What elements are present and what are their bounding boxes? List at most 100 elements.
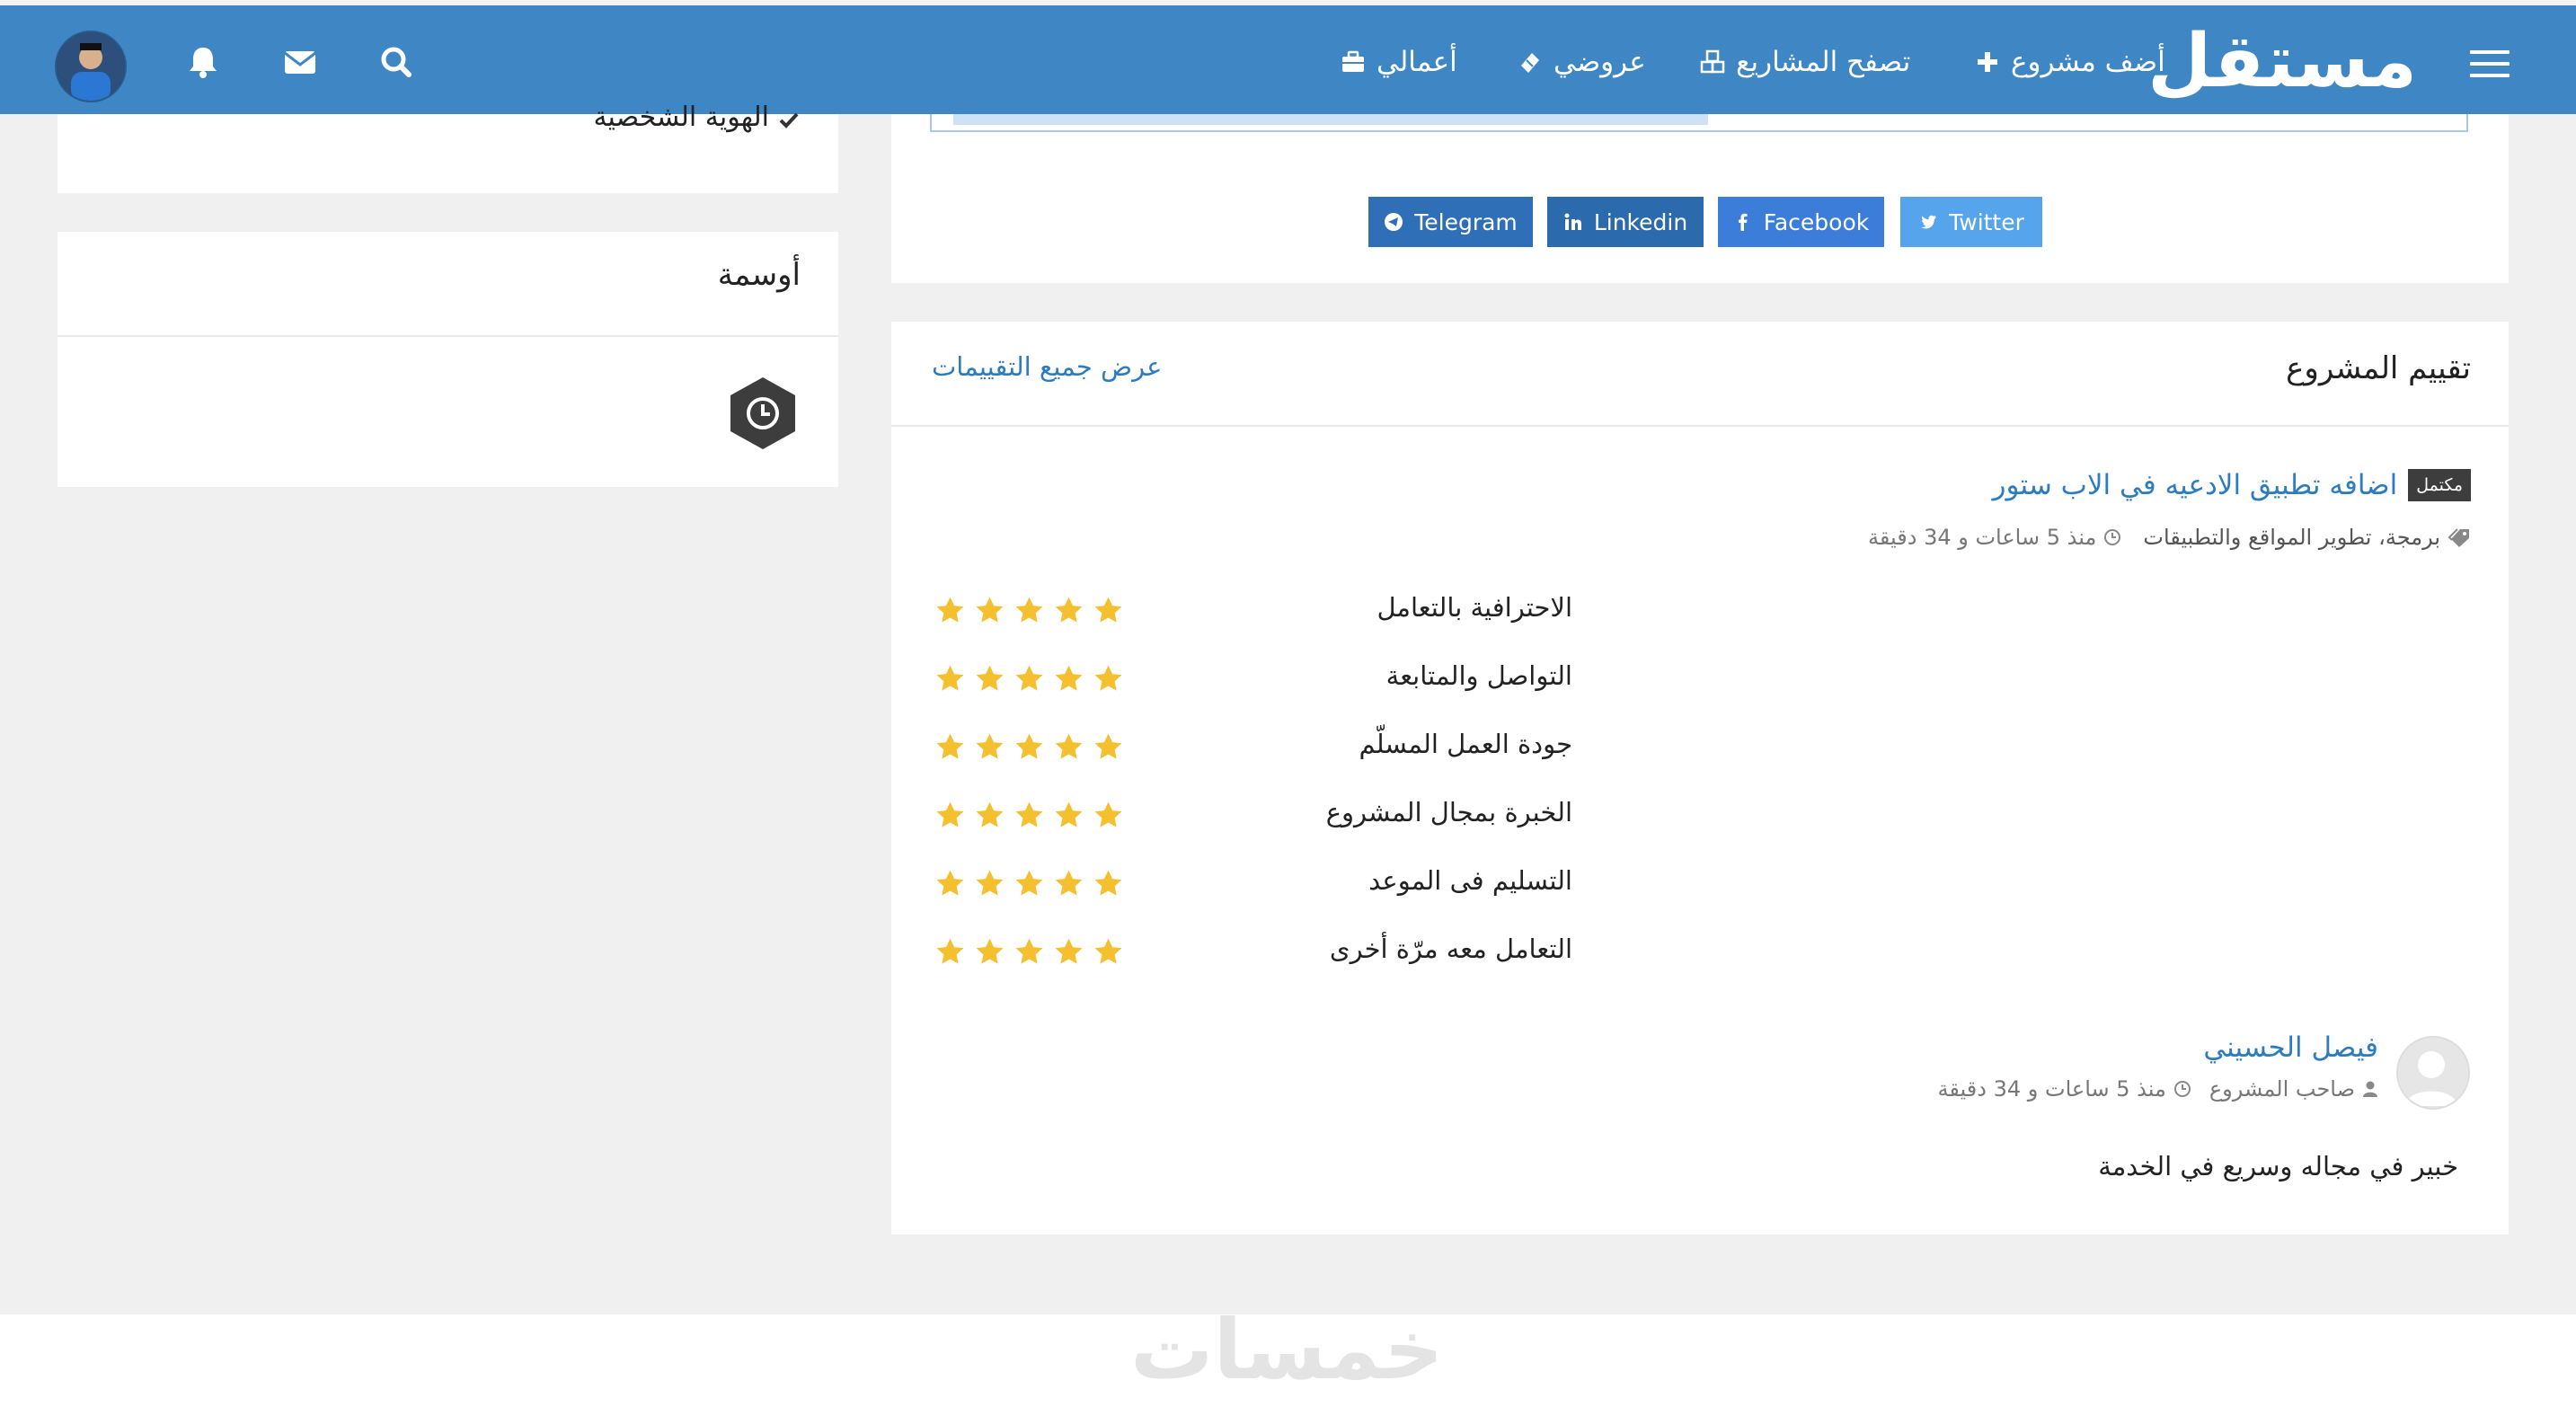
criterion-label: التواصل والمتابعة [1385,660,1572,691]
verified-item: الهوية الشخصية [593,102,800,137]
star-icon [1094,597,1122,623]
star-icon [1015,597,1043,623]
star-icon [1094,733,1122,759]
star-icon [1094,801,1122,827]
star-icon [936,733,964,759]
badges-card: أوسمة [58,232,838,487]
nav-my-works[interactable]: أعمالي [1341,40,1457,84]
star-icon [1055,733,1083,759]
star-rating [934,800,1124,831]
star-icon [976,665,1004,691]
criterion-label: التسليم فى الموعد [1368,865,1572,896]
star-icon [1055,597,1083,623]
facebook-share-button[interactable]: Facebook [1718,197,1884,247]
linkedin-share-button[interactable]: Linkedin [1547,197,1704,247]
review-section-title: تقييم المشروع [2286,350,2471,386]
verified-item-label: الهوية الشخصية [593,101,769,133]
divider [58,335,838,337]
star-icon [1015,801,1043,827]
star-rating [934,936,1124,968]
clock-icon [2104,529,2121,545]
nav-browse-projects-label: تصفح المشاريع [1736,46,1911,78]
nav-my-bids[interactable]: عروضي [1518,40,1646,84]
star-icon [1055,870,1083,896]
nav-my-bids-label: عروضي [1554,46,1646,78]
star-rating [934,663,1124,695]
star-icon [1015,938,1043,964]
top-navbar: مستقل أضف مشروع تصفح المشاريع عروضي أعما… [0,5,2576,114]
star-icon [936,597,964,623]
facebook-icon [1738,213,1748,231]
progress-frame [930,114,2468,132]
verification-card: الهوية الشخصية [58,102,838,193]
tags-icon [2448,528,2469,547]
site-logo[interactable]: مستقل [2147,22,2419,102]
star-icon [976,870,1004,896]
star-rating [934,595,1124,626]
star-icon [936,870,964,896]
nav-add-project-label: أضف مشروع [2011,46,2165,78]
plus-icon [1978,52,1997,72]
twitter-label: Twitter [1949,208,2024,235]
bell-icon[interactable] [182,41,224,83]
status-badge: مكتمل [2408,469,2471,501]
ticket-icon [1521,53,1539,73]
criterion-label: الاحترافية بالتعامل [1377,592,1572,623]
star-icon [936,801,964,827]
nav-add-project[interactable]: أضف مشروع [1975,40,2165,84]
star-icon [1015,733,1043,759]
clock-icon [2173,1081,2191,1097]
reviewer-name-link[interactable]: فيصل الحسيني [2203,1031,2378,1064]
star-icon [936,938,964,964]
star-rating [934,868,1124,899]
badges-title: أوسمة [717,257,801,293]
nav-browse-projects[interactable]: تصفح المشاريع [1700,40,1910,84]
star-icon [1094,870,1122,896]
reviewer-time-ago: منذ 5 ساعات و 34 دقيقة [1937,1076,2166,1102]
project-title-link[interactable]: اضافه تطبيق الادعيه في الاب ستور [1992,469,2397,501]
reviewer-avatar[interactable] [2396,1036,2470,1110]
star-icon [1055,801,1083,827]
star-icon [1094,938,1122,964]
search-icon[interactable] [376,41,417,83]
divider [891,425,2509,427]
star-icon [976,597,1004,623]
criterion-label: التعامل معه مرّة أخرى [1329,934,1572,964]
telegram-share-button[interactable]: Telegram [1368,197,1533,247]
review-comment: خبير في مجاله وسريع في الخدمة [2098,1151,2458,1181]
reviewer-role: صاحب المشروع [2209,1076,2355,1102]
menu-icon[interactable] [2470,50,2510,77]
project-time-ago: منذ 5 ساعات و 34 دقيقة [1868,525,2097,550]
star-icon [936,665,964,691]
linkedin-label: Linkedin [1593,208,1688,235]
star-rating [934,731,1124,763]
footer: خمسات [0,1302,2576,1407]
project-meta: برمجة، تطوير المواقع والتطبيقات منذ 5 سا… [1868,525,2471,550]
project-title-row: مكتمل اضافه تطبيق الادعيه في الاب ستور [1992,469,2471,501]
user-avatar[interactable] [55,31,127,102]
telegram-icon [1385,213,1403,231]
star-icon [1015,665,1043,691]
star-icon [1094,665,1122,691]
star-icon [976,733,1004,759]
project-categories[interactable]: برمجة، تطوير المواقع والتطبيقات [2143,525,2440,550]
star-icon [976,801,1004,827]
clock-hexagon-icon[interactable] [728,376,798,451]
facebook-label: Facebook [1763,208,1870,235]
twitter-icon [1921,215,1937,229]
criterion-label: جودة العمل المسلّم [1359,729,1573,759]
star-icon [1015,870,1043,896]
nav-my-works-label: أعمالي [1377,46,1457,78]
briefcase-icon [1342,50,1364,72]
user-icon [2363,1081,2377,1097]
linkedin-icon [1564,213,1581,230]
view-all-reviews-link[interactable]: عرض جميع التقييمات [932,351,1162,382]
check-icon [779,112,799,128]
twitter-share-button[interactable]: Twitter [1900,197,2042,247]
star-icon [976,938,1004,964]
criterion-label: الخبرة بمجال المشروع [1325,797,1572,827]
progress-fill [953,114,1708,125]
telegram-label: Telegram [1414,208,1518,235]
envelope-icon[interactable] [279,41,321,83]
reviewer-meta: صاحب المشروع منذ 5 ساعات و 34 دقيقة [1938,1076,2378,1102]
